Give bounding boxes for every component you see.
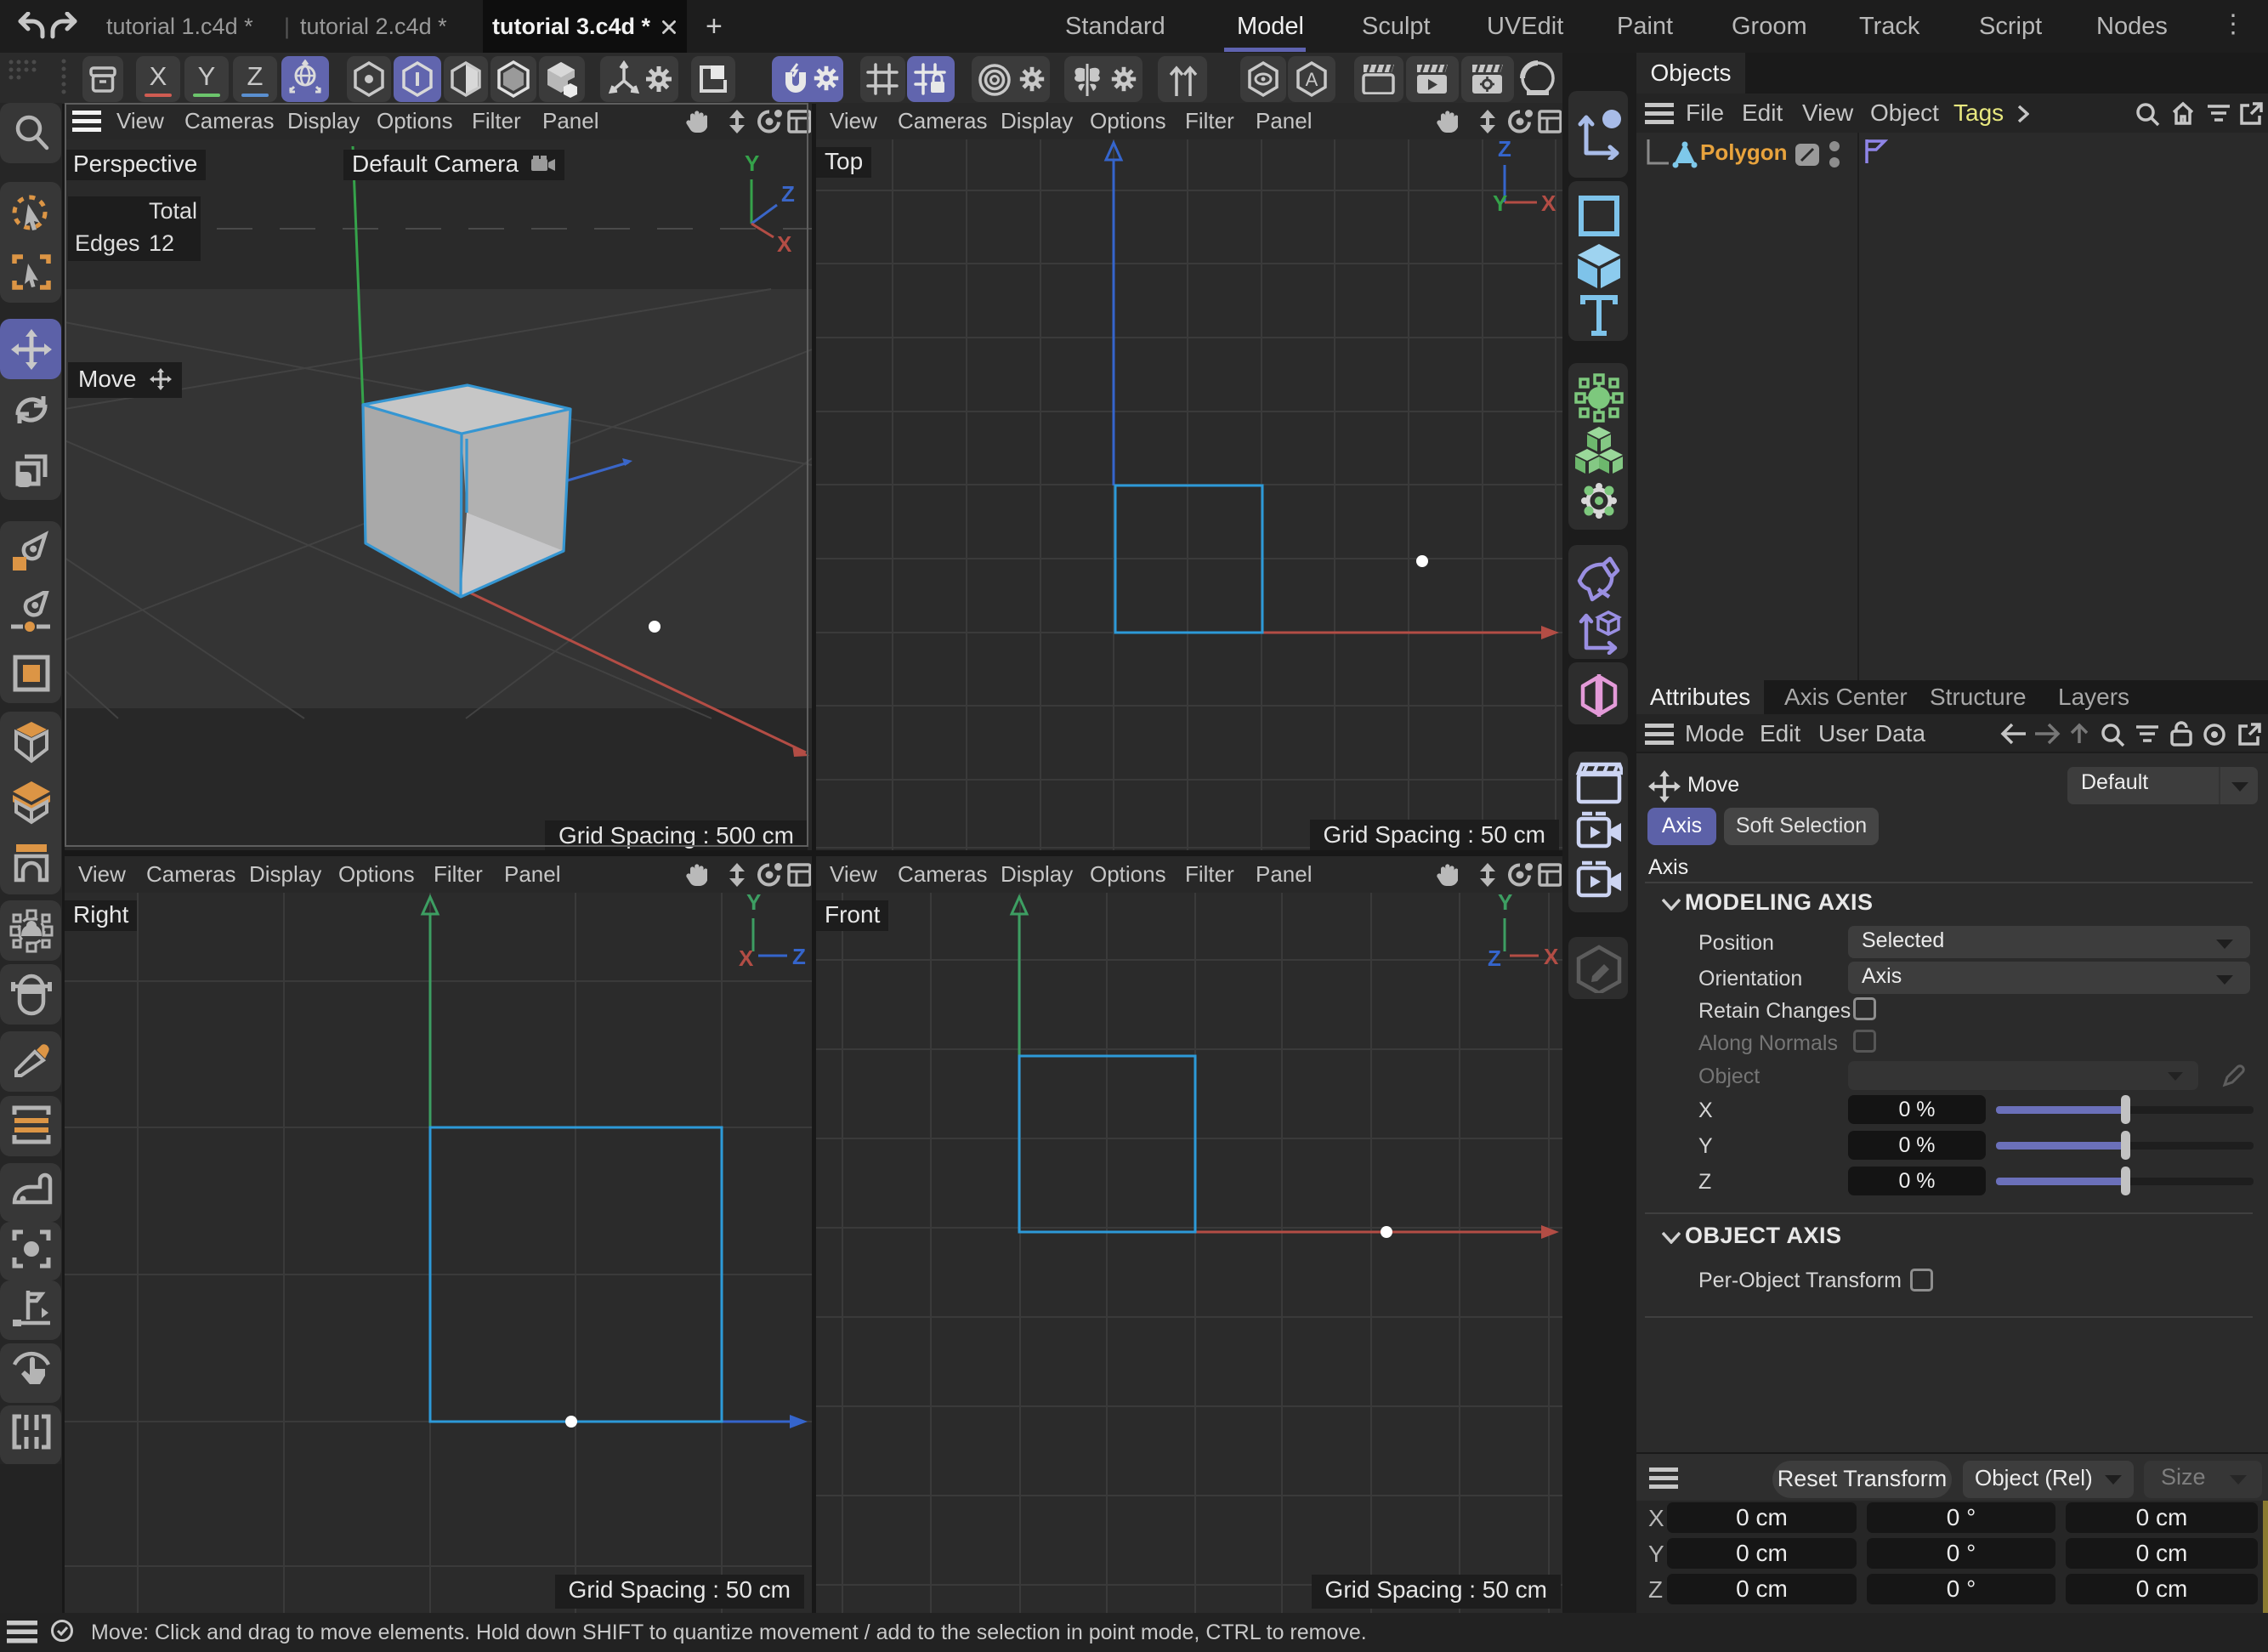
svg-text:Z: Z xyxy=(1498,136,1511,162)
svg-text:Z: Z xyxy=(1488,945,1501,971)
svg-text:A: A xyxy=(1306,69,1318,90)
svg-text:Y: Y xyxy=(746,889,761,915)
svg-text:Z: Z xyxy=(792,944,806,969)
svg-text:X: X xyxy=(1541,190,1556,216)
svg-text:Y: Y xyxy=(1498,889,1512,915)
svg-text:X: X xyxy=(739,945,754,971)
svg-text:Y: Y xyxy=(1493,190,1507,216)
svg-text:X: X xyxy=(1544,944,1559,969)
